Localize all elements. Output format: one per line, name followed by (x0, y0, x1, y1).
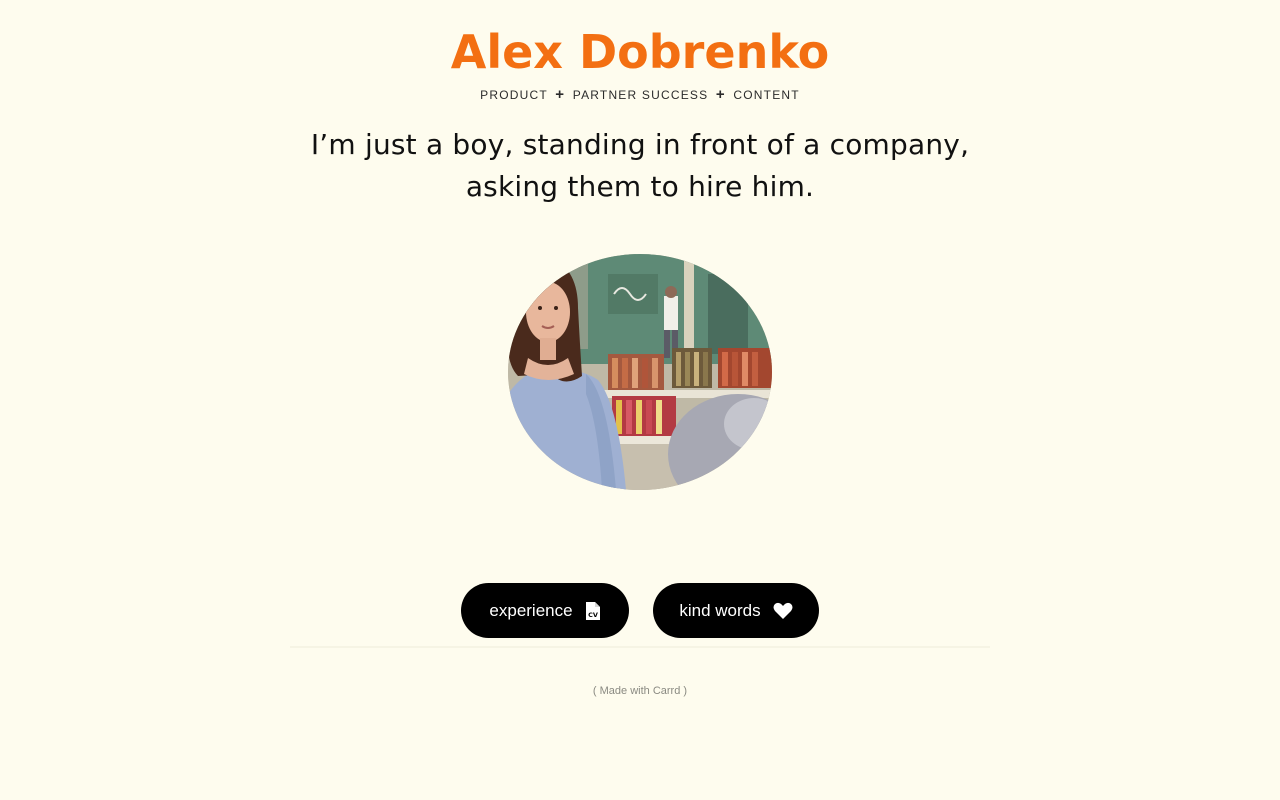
headline-line-2: asking them to hire him. (465, 170, 815, 203)
divider (290, 646, 990, 648)
tagline-partner-success: PARTNER SUCCESS (572, 88, 709, 102)
tagline-separator: + (555, 86, 566, 103)
profile-photo (508, 254, 772, 490)
tagline: PRODUCT + PARTNER SUCCESS + CONTENT (0, 86, 1280, 104)
headline: I’m just a boy, standing in front of a c… (240, 124, 1040, 208)
tagline-product: PRODUCT (480, 88, 548, 102)
tagline-separator: + (715, 86, 726, 103)
cv-document-icon: CV (585, 601, 601, 620)
made-with-carrd-link[interactable]: ( Made with Carrd ) (0, 685, 1280, 697)
heart-icon (773, 602, 793, 620)
headline-line-1: I’m just a boy, standing in front of a c… (310, 128, 970, 161)
experience-button-label: experience (489, 600, 573, 620)
experience-button[interactable]: experience CV (461, 583, 629, 638)
svg-text:CV: CV (588, 611, 598, 619)
kind-words-button[interactable]: kind words (653, 583, 819, 638)
site-title: Alex Dobrenko (450, 25, 830, 79)
kind-words-button-label: kind words (679, 600, 761, 620)
page: Alex Dobrenko PRODUCT + PARTNER SUCCESS … (0, 0, 1280, 800)
tagline-content: CONTENT (733, 88, 800, 102)
profile-photo-illustration (508, 254, 772, 490)
